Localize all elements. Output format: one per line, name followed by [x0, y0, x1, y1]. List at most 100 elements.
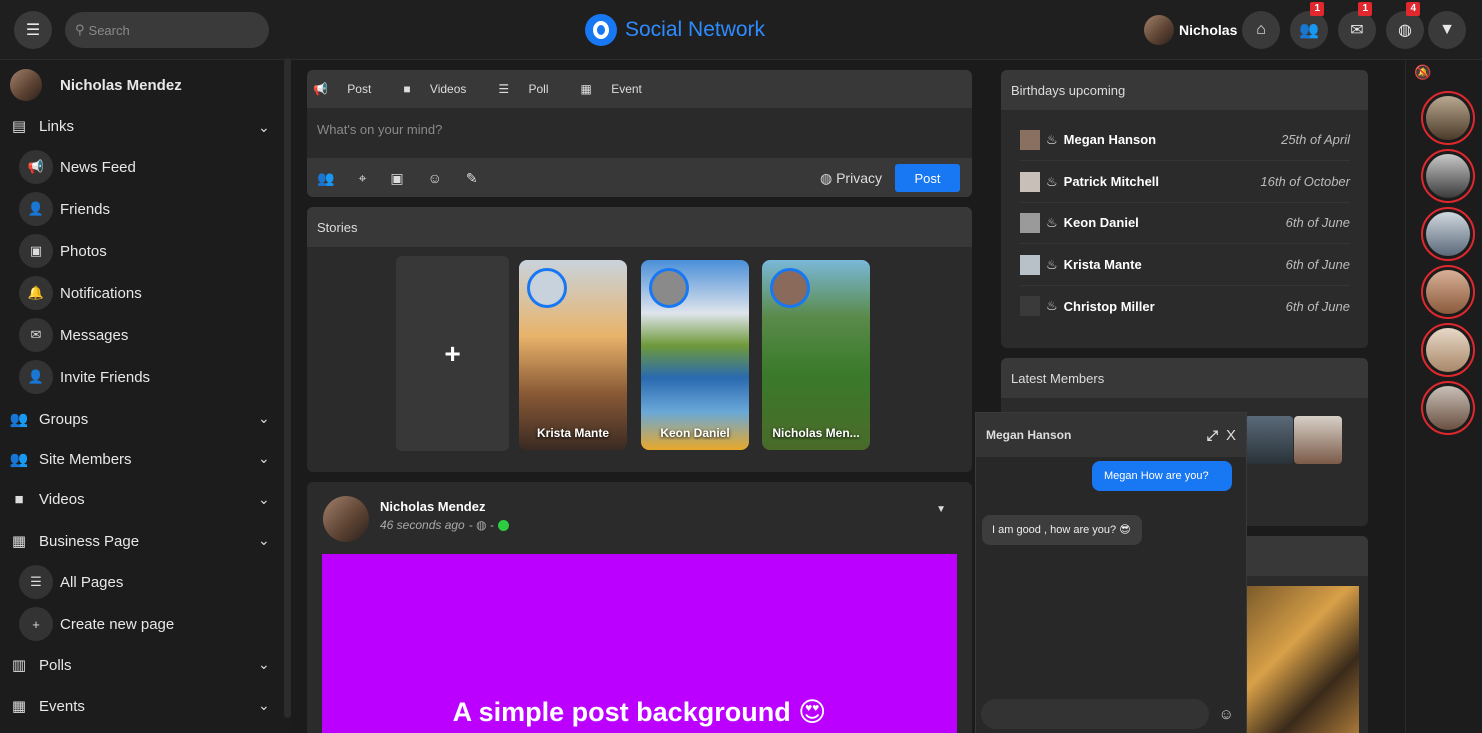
search-input[interactable] [88, 22, 249, 38]
tab-post[interactable]: 📢 Post [313, 82, 387, 96]
chat-message-incoming: I am good , how are you? 😎 [982, 515, 1142, 545]
avatar [770, 268, 810, 308]
users-icon: 👥 [1299, 22, 1319, 39]
image-icon[interactable]: ▣ [390, 170, 403, 187]
post-button[interactable]: Post [895, 164, 960, 192]
sidebar-item-photos[interactable]: ▣ Photos [19, 234, 107, 268]
notifications-button[interactable]: ◍ 4 [1386, 2, 1424, 49]
tab-event[interactable]: ▦ Event [581, 82, 658, 96]
newspaper-icon: ▤ [11, 118, 27, 135]
chat-contact-name: Megan Hanson [986, 428, 1072, 442]
sidebar-item-site-members[interactable]: 👥 Site Members [8, 450, 132, 469]
sidebar-item-create-page[interactable]: + Create new page [19, 607, 174, 641]
post-options-icon[interactable]: ▼ [936, 504, 946, 515]
list-item[interactable]: ♨ Megan Hanson 25th of April [1020, 119, 1350, 161]
user-icon: 👤 [19, 192, 53, 226]
post-time: 46 seconds ago [380, 518, 465, 532]
list-item[interactable]: ♨ Krista Mante 6th of June [1020, 244, 1350, 286]
user-chip[interactable]: Nicholas [1144, 15, 1237, 45]
chat-input[interactable] [981, 699, 1209, 729]
messages-button[interactable]: ✉ 1 [1338, 2, 1376, 49]
sidebar-item-news-feed[interactable]: 📢 News Feed [19, 150, 136, 184]
story-name: Keon Daniel [660, 426, 730, 440]
birthday-name: Keon Daniel [1063, 215, 1139, 230]
sidebar-item-notifications[interactable]: 🔔 Notifications [19, 276, 142, 310]
sidebar-scrollbar[interactable] [284, 58, 291, 718]
sidebar-item-label: Events [39, 697, 85, 715]
chat-header[interactable]: Megan Hanson ⤢ X [976, 413, 1246, 457]
chevron-down-icon[interactable]: ⌄ [258, 697, 270, 714]
chevron-down-icon[interactable]: ⌄ [258, 410, 270, 427]
smiley-icon[interactable]: ☺ [428, 170, 442, 186]
friend-requests-button[interactable]: 👥 1 [1290, 2, 1328, 49]
tag-friends-icon[interactable]: 👥 [317, 170, 334, 187]
avatar [527, 268, 567, 308]
avatar[interactable] [1294, 416, 1342, 464]
tab-label: Post [347, 82, 372, 96]
chevron-down-icon[interactable]: ⌄ [258, 119, 270, 136]
avatar[interactable] [1421, 91, 1475, 145]
bell-slash-icon[interactable]: 🔕 [1414, 64, 1431, 81]
avatar[interactable] [1421, 381, 1475, 435]
avatar[interactable] [1421, 149, 1475, 203]
sidebar-item-label: Site Members [39, 450, 132, 468]
composer-textarea[interactable]: What's on your mind? [307, 108, 972, 158]
cake-icon: ♨ [1046, 298, 1058, 313]
avatar[interactable] [1421, 207, 1475, 261]
sidebar-item-groups[interactable]: 👥 Groups [8, 410, 89, 429]
post-author[interactable]: Nicholas Mendez [380, 499, 485, 514]
sidebar-item-events[interactable]: ▦ Events [8, 697, 85, 716]
list-icon: ☰ [498, 82, 510, 96]
chevron-down-icon[interactable]: ⌄ [258, 532, 270, 549]
chevron-down-icon[interactable]: ⌄ [258, 450, 270, 467]
story-card[interactable]: Nicholas Men... [762, 260, 870, 450]
sidebar-profile[interactable]: Nicholas Mendez [10, 69, 182, 101]
add-story-button[interactable]: + [396, 256, 509, 451]
sidebar-item-label: Create new page [60, 615, 175, 633]
avatar[interactable] [1245, 416, 1293, 464]
list-item[interactable]: ♨ Patrick Mitchell 16th of October [1020, 161, 1350, 203]
chevron-down-icon[interactable]: ⌄ [258, 491, 270, 508]
close-button[interactable]: X [1226, 427, 1236, 444]
search-box: ⚲ [65, 12, 269, 48]
sidebar-item-all-pages[interactable]: ☰ All Pages [19, 565, 123, 599]
story-card[interactable]: Keon Daniel [641, 260, 749, 450]
notifications-badge: 4 [1406, 2, 1420, 16]
smiley-icon[interactable]: ☺ [1219, 706, 1234, 723]
privacy-selector[interactable]: ◍ Privacy [820, 170, 882, 187]
sidebar-item-polls[interactable]: ▥ Polls [8, 656, 72, 675]
list-item[interactable]: ♨ Keon Daniel 6th of June [1020, 202, 1350, 244]
avatar[interactable] [1421, 265, 1475, 319]
gallery-image[interactable] [1246, 586, 1359, 733]
sidebar-item-business-page[interactable]: ▦ Business Page [8, 532, 139, 551]
sidebar-item-messages[interactable]: ✉ Messages [19, 318, 128, 352]
sidebar-item-links[interactable]: ▤ Links [8, 117, 75, 136]
location-pin-icon[interactable]: ⌖ [358, 170, 366, 187]
users-icon: 👥 [9, 411, 29, 428]
avatar[interactable] [1421, 323, 1475, 377]
menu-grid-button[interactable]: ☰ [14, 11, 52, 49]
sidebar-item-friends[interactable]: 👤 Friends [19, 192, 110, 226]
chevron-down-icon[interactable]: ⌄ [258, 656, 270, 673]
home-button[interactable]: ⌂ [1242, 11, 1280, 49]
sidebar-item-videos[interactable]: ■ Videos [8, 491, 84, 508]
online-status-dot [497, 519, 509, 531]
sidebar-item-invite-friends[interactable]: 👤 Invite Friends [19, 360, 150, 394]
sidebar-item-label: Links [39, 117, 75, 135]
tab-videos[interactable]: ■ Videos [403, 82, 482, 96]
logo-icon [585, 14, 617, 46]
account-dropdown-button[interactable]: ▼ [1428, 11, 1466, 49]
online-users-rail: 🔕 [1405, 60, 1482, 733]
avatar[interactable] [323, 496, 369, 542]
post-card: Nicholas Mendez 46 seconds ago - ◍ - ▼ A… [307, 482, 972, 733]
birthday-date: 16th of October [1260, 174, 1350, 189]
tab-poll[interactable]: ☰ Poll [498, 82, 564, 96]
story-card[interactable]: Krista Mante [519, 260, 627, 450]
paint-brush-icon[interactable]: ✎ [466, 170, 478, 187]
list-item[interactable]: ♨ Christop Miller 6th of June [1020, 285, 1350, 327]
sidebar-item-label: All Pages [60, 573, 124, 591]
expand-icon[interactable]: ⤢ [1207, 427, 1218, 444]
story-name: Nicholas Men... [772, 426, 860, 440]
sidebar-item-label: Friends [60, 200, 111, 218]
logo[interactable]: Social Network [585, 14, 765, 46]
